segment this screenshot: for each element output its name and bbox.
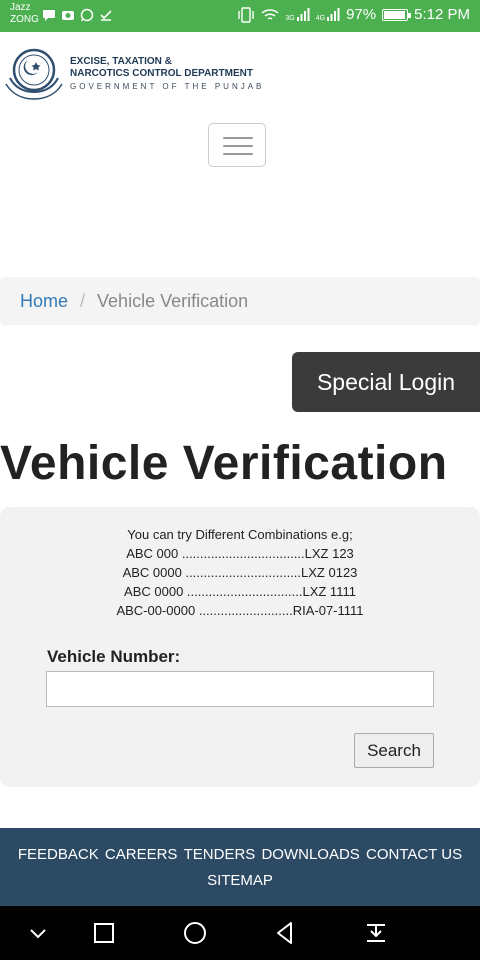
breadcrumb: Home / Vehicle Verification [0, 277, 480, 325]
notification-icons [42, 8, 113, 22]
brand-line-1: EXCISE, TAXATION & [70, 55, 172, 67]
footer-link-sitemap[interactable]: SITEMAP [0, 872, 480, 889]
signal-icon [296, 7, 310, 21]
battery-percent: 97% [346, 6, 377, 23]
battery-icon [382, 8, 412, 21]
brand-line-2: NARCOTICS CONTROL DEPARTMENT [70, 67, 253, 79]
vehicle-number-label: Vehicle Number: [47, 647, 181, 666]
network-4g-label: 4G [315, 14, 326, 22]
search-button[interactable]: Search [354, 733, 434, 768]
brand-line-3: GOVERNMENT OF THE PUNJAB [70, 81, 265, 91]
network-3g-label: 3G [285, 14, 295, 22]
notifications-pull-icon[interactable] [362, 919, 390, 947]
home-icon[interactable] [181, 919, 209, 947]
hint-intro: You can try Different Combinations e.g; [127, 527, 353, 542]
verification-form-panel: You can try Different Combinations e.g; … [0, 507, 480, 787]
footer-link-careers[interactable]: CAREERS [105, 846, 178, 863]
system-navigation-bar [0, 906, 480, 960]
department-logo-link[interactable]: EXCISE, TAXATION & NARCOTICS CONTROL DEP… [4, 46, 264, 100]
footer-link-contact-us[interactable]: CONTACT US [366, 846, 462, 863]
hamburger-icon-bar [223, 145, 253, 147]
carrier-line-2: ZONG [10, 14, 39, 25]
carrier-line-1: Jazz [10, 2, 31, 13]
wifi-icon [261, 8, 279, 20]
clock: 5:12 PM [414, 6, 470, 23]
footer-link-downloads[interactable]: DOWNLOADS [261, 846, 359, 863]
battery-fill [384, 10, 406, 19]
punjab-emblem-icon [5, 48, 63, 100]
back-icon[interactable] [271, 919, 299, 947]
status-bar: Jazz ZONG 3G 4G 97% 5:12 PM [0, 0, 480, 32]
hint-example: ABC-00-0000 ..........................RI… [116, 603, 364, 618]
signal-icon [327, 7, 340, 21]
hamburger-icon [223, 137, 253, 139]
chevron-down-icon[interactable] [24, 919, 52, 947]
status-right: 3G 4G 97% 5:12 PM [237, 6, 470, 23]
special-login-button[interactable]: Special Login [292, 352, 480, 412]
footer-links: FEEDBACK CAREERS TENDERS DOWNLOADS CONTA… [0, 846, 480, 863]
camera-icon [62, 11, 74, 20]
breadcrumb-separator: / [80, 290, 86, 311]
menu-toggle-button[interactable] [208, 123, 266, 167]
recents-icon[interactable] [90, 919, 118, 947]
breadcrumb-current: Vehicle Verification [97, 290, 249, 311]
hint-example: ABC 0000 ...............................… [124, 584, 356, 599]
hint-example: ABC 000 ................................… [126, 546, 354, 561]
vibrate-icon [238, 6, 255, 23]
download-done-icon [100, 10, 112, 21]
page-title: Vehicle Verification [0, 437, 448, 490]
format-hints: You can try Different Combinations e.g; … [0, 525, 480, 620]
hint-example: ABC 0000 ...............................… [122, 565, 358, 580]
hamburger-icon-bar [223, 153, 253, 155]
vehicle-number-input[interactable] [46, 671, 434, 707]
signal-4g: 4G [315, 7, 340, 22]
whatsapp-icon [80, 8, 94, 22]
carrier-label: Jazz ZONG [10, 2, 39, 26]
footer-link-feedback[interactable]: FEEDBACK [18, 846, 99, 863]
footer: FEEDBACK CAREERS TENDERS DOWNLOADS CONTA… [0, 828, 480, 906]
signal-3g: 3G [285, 7, 310, 22]
footer-link-tenders[interactable]: TENDERS [184, 846, 256, 863]
breadcrumb-home-link[interactable]: Home [20, 291, 68, 312]
message-icon [43, 10, 55, 21]
